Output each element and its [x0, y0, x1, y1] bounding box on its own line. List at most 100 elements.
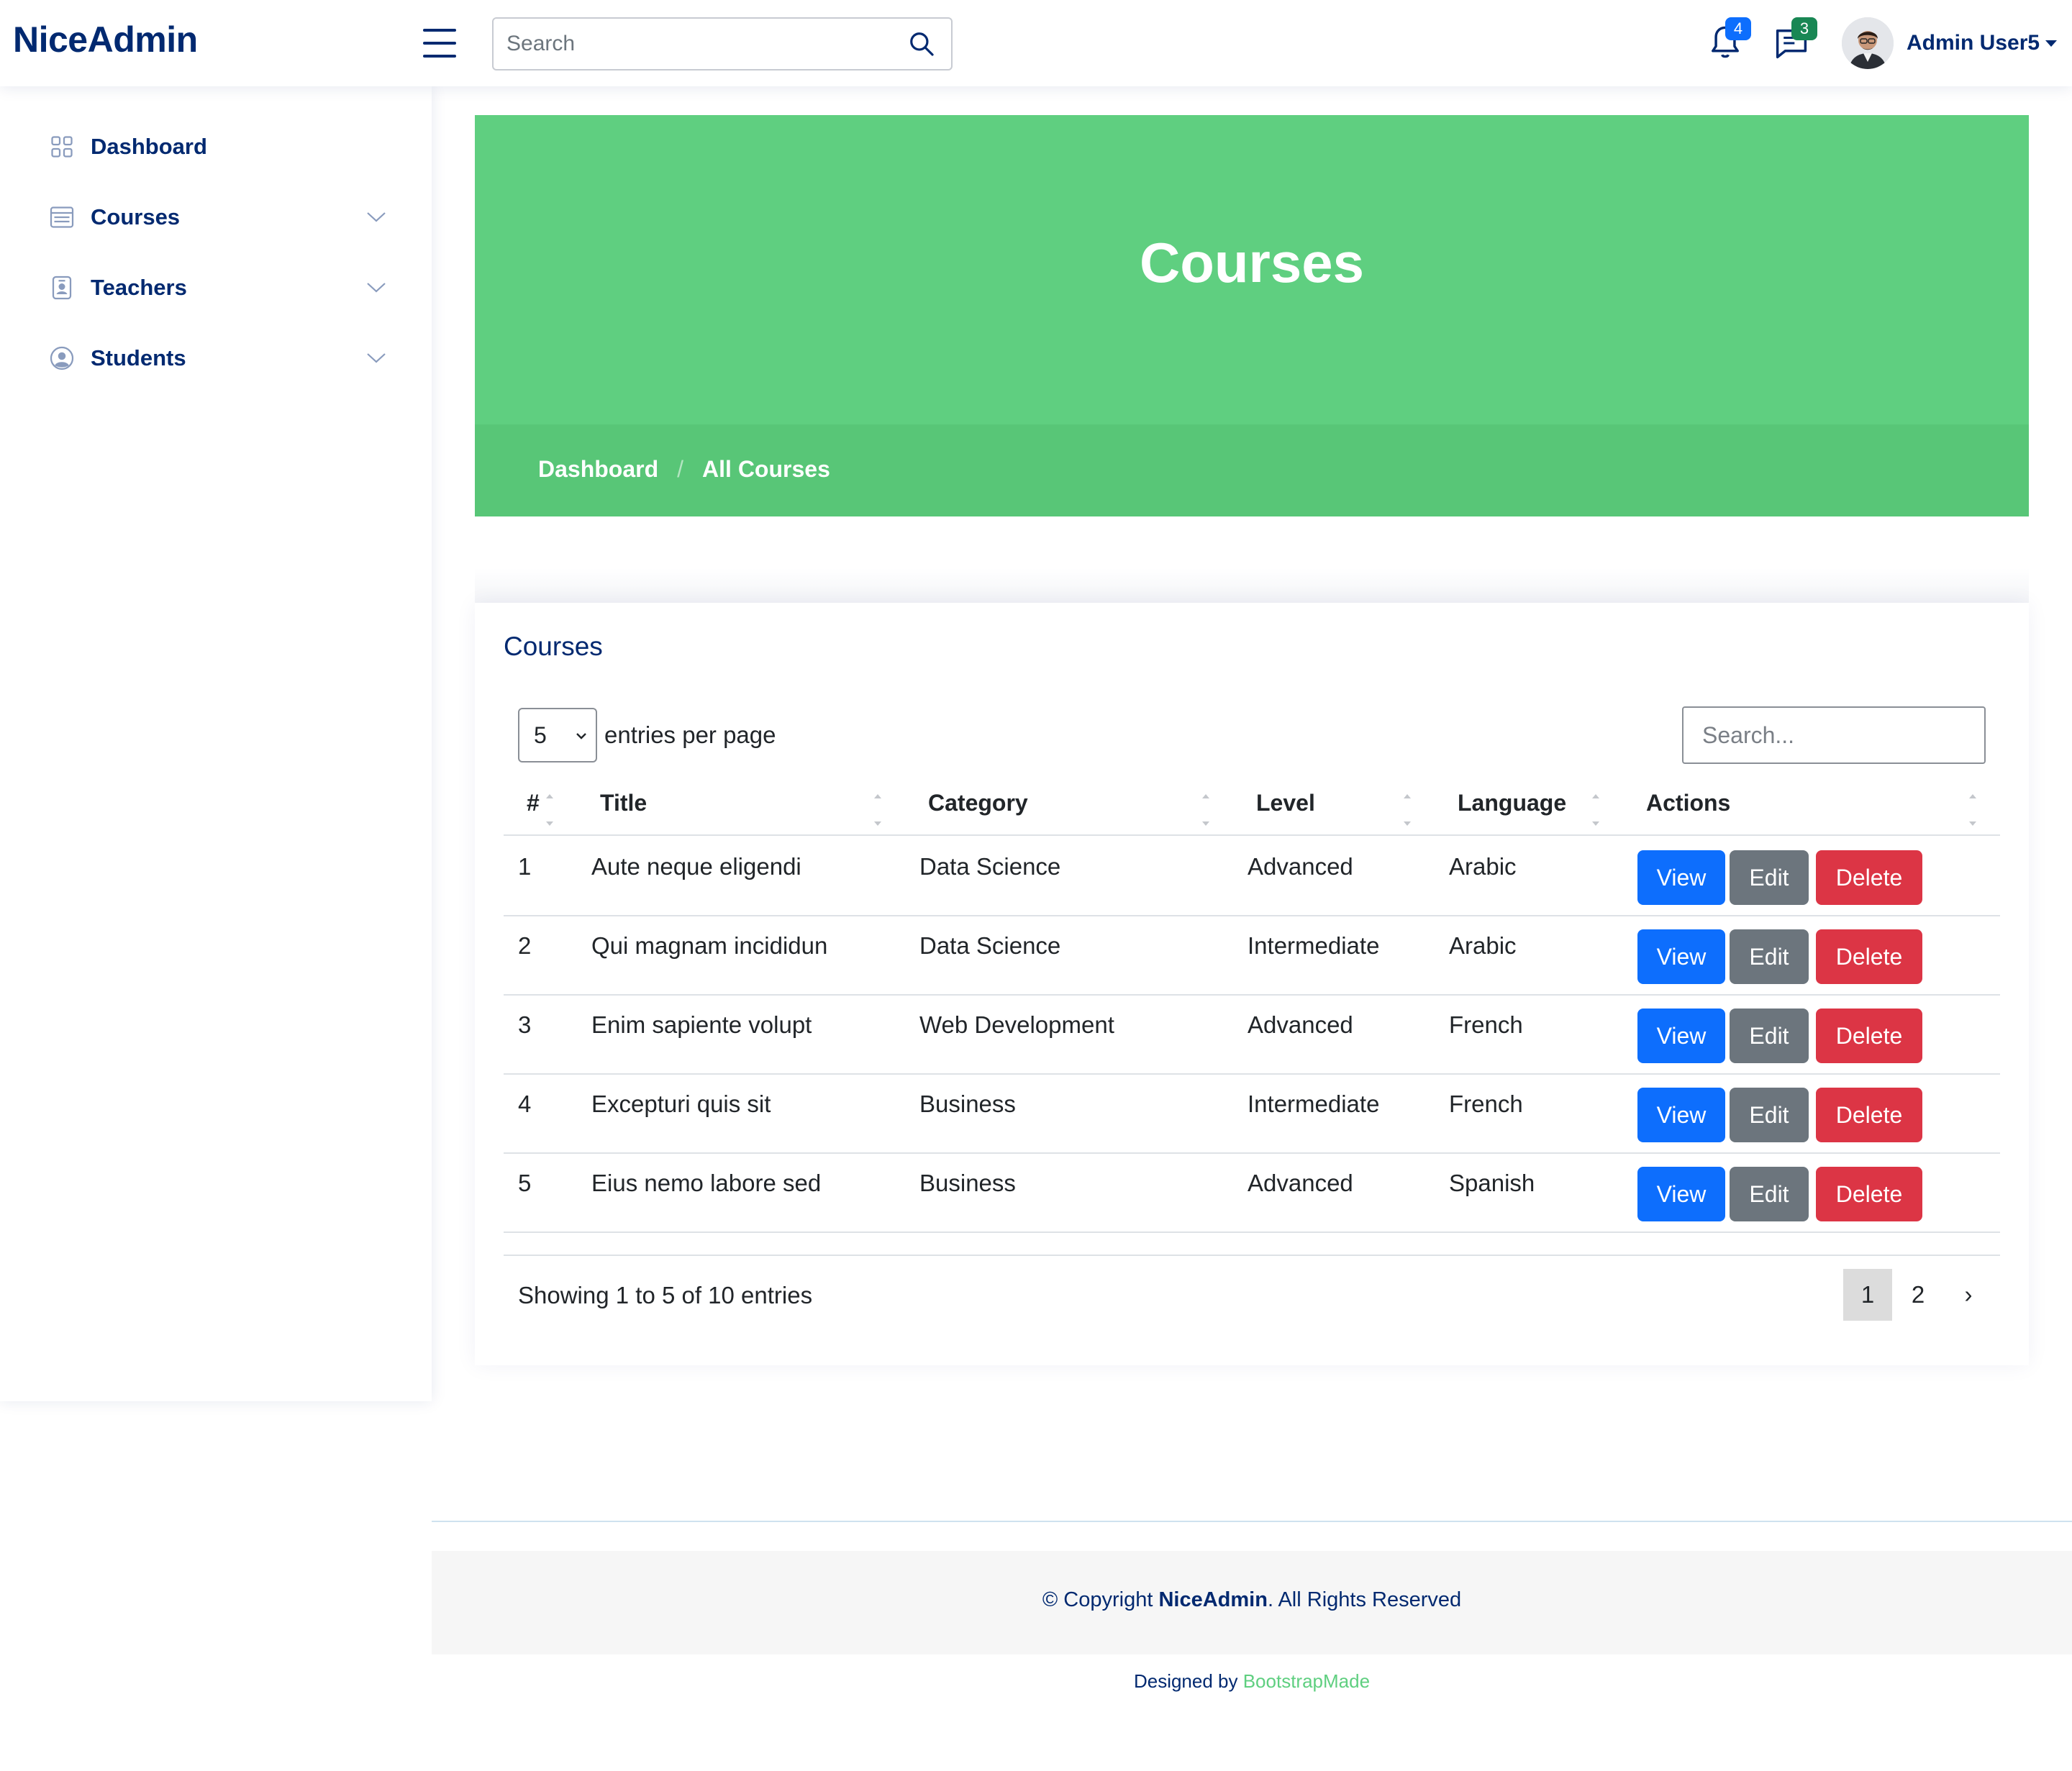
sidebar-item-courses[interactable]: Courses	[49, 196, 387, 239]
column-header-category[interactable]: Category	[928, 790, 1028, 833]
search-icon[interactable]	[908, 30, 935, 58]
view-button[interactable]: View	[1637, 1088, 1725, 1142]
person-circle-icon	[50, 346, 74, 370]
notifications-button[interactable]: 4	[1707, 17, 1751, 63]
chevron-down-icon	[367, 212, 386, 222]
table-row: 4 Excepturi quis sit Business Intermedia…	[504, 1075, 2000, 1154]
sort-icon	[1202, 794, 1209, 826]
view-button[interactable]: View	[1637, 1167, 1725, 1221]
column-header-language[interactable]: Language	[1458, 790, 1566, 833]
cell-category: Business	[919, 1091, 1016, 1117]
cell-category: Business	[919, 1170, 1016, 1196]
cell-title: Excepturi quis sit	[591, 1091, 771, 1117]
person-badge-icon	[52, 276, 72, 300]
cell-number: 2	[518, 932, 532, 959]
search-input[interactable]	[494, 19, 882, 69]
cell-category: Web Development	[919, 1011, 1114, 1038]
edit-button[interactable]: Edit	[1730, 850, 1809, 905]
messages-button[interactable]: 3	[1773, 17, 1817, 63]
table-row: 3 Enim sapiente volupt Web Development A…	[504, 996, 2000, 1075]
cell-title: Aute neque eligendi	[591, 853, 801, 880]
sort-icon	[546, 794, 553, 826]
footer: © Copyright NiceAdmin. All Rights Reserv…	[432, 1551, 2072, 1654]
table-footer-divider	[504, 1255, 2000, 1256]
breadcrumb-bar: Dashboard / All Courses	[475, 424, 2029, 516]
sidebar-item-label: Dashboard	[91, 134, 207, 159]
delete-button[interactable]: Delete	[1816, 1167, 1922, 1221]
delete-button[interactable]: Delete	[1816, 1088, 1922, 1142]
avatar	[1842, 17, 1894, 69]
cell-level: Advanced	[1248, 853, 1353, 880]
cell-number: 1	[518, 853, 532, 880]
cell-category: Data Science	[919, 853, 1061, 880]
delete-button[interactable]: Delete	[1816, 929, 1922, 984]
cell-number: 3	[518, 1011, 532, 1038]
delete-button[interactable]: Delete	[1816, 850, 1922, 905]
view-button[interactable]: View	[1637, 1009, 1725, 1063]
entries-info: Showing 1 to 5 of 10 entries	[518, 1282, 813, 1308]
cell-level: Intermediate	[1248, 1091, 1380, 1117]
cell-language: French	[1449, 1091, 1523, 1117]
view-button[interactable]: View	[1637, 850, 1725, 905]
entries-select[interactable]: 5	[518, 708, 597, 762]
edit-button[interactable]: Edit	[1730, 1088, 1809, 1142]
sidebar-item-students[interactable]: Students	[49, 337, 387, 380]
cell-language: French	[1449, 1011, 1523, 1038]
sort-icon	[874, 794, 881, 826]
column-header-level[interactable]: Level	[1256, 790, 1315, 833]
notifications-badge: 4	[1725, 17, 1751, 40]
entries-per-page: 5 entries per page	[518, 708, 776, 762]
profile-dropdown[interactable]: Admin User5	[1842, 17, 2058, 69]
pagination: 1 2 ›	[1843, 1269, 1994, 1321]
cell-number: 5	[518, 1170, 532, 1196]
copyright-brand: NiceAdmin	[1158, 1588, 1268, 1611]
logo[interactable]: NiceAdmin	[13, 19, 198, 60]
table-row: 1 Aute neque eligendi Data Science Advan…	[504, 837, 2000, 916]
cell-language: Arabic	[1449, 853, 1517, 880]
cell-level: Advanced	[1248, 1170, 1353, 1196]
courses-card: Courses 5 entries per page # Title Categ…	[475, 603, 2029, 1365]
sidebar-toggle-icon[interactable]	[423, 29, 456, 58]
next-page-button[interactable]: ›	[1944, 1269, 1993, 1321]
cell-number: 4	[518, 1091, 532, 1117]
breadcrumb-dashboard[interactable]: Dashboard	[538, 456, 658, 483]
page-button-2[interactable]: 2	[1894, 1269, 1942, 1321]
profile-name: Admin User5	[1907, 31, 2040, 55]
sort-icon	[1969, 794, 1976, 826]
edit-button[interactable]: Edit	[1730, 929, 1809, 984]
search-bar	[492, 17, 953, 70]
table-row: 5 Eius nemo labore sed Business Advanced…	[504, 1154, 2000, 1233]
column-header-number[interactable]: #	[527, 790, 540, 833]
column-header-title[interactable]: Title	[600, 790, 647, 833]
copyright: © Copyright NiceAdmin. All Rights Reserv…	[432, 1588, 2072, 1612]
view-button[interactable]: View	[1637, 929, 1725, 984]
breadcrumb-current: All Courses	[702, 456, 830, 482]
sidebar-item-dashboard[interactable]: Dashboard	[49, 125, 387, 168]
table-search-input[interactable]	[1682, 706, 1986, 764]
copyright-prefix: © Copyright	[1042, 1588, 1159, 1611]
chevron-down-icon	[367, 353, 386, 363]
page-banner: Courses Dashboard / All Courses	[475, 115, 2029, 516]
breadcrumb-separator: /	[677, 456, 684, 482]
cell-category: Data Science	[919, 932, 1061, 959]
credits-label: Designed by	[1133, 1670, 1243, 1692]
column-header-actions[interactable]: Actions	[1646, 790, 1730, 833]
cell-language: Spanish	[1449, 1170, 1535, 1196]
entries-select-value: 5	[534, 721, 547, 748]
page-button-1[interactable]: 1	[1843, 1269, 1892, 1321]
sort-icon	[1592, 794, 1599, 826]
chevron-down-icon	[367, 283, 386, 293]
sidebar-item-teachers[interactable]: Teachers	[49, 266, 387, 309]
table-header: # Title Category Level Language Actions	[504, 790, 2000, 836]
breadcrumb: Dashboard / All Courses	[538, 456, 830, 483]
designer-link[interactable]: BootstrapMade	[1243, 1670, 1370, 1692]
messages-badge: 3	[1791, 17, 1817, 40]
cell-title: Qui magnam incididun	[591, 932, 828, 959]
sidebar-item-label: Teachers	[91, 275, 187, 300]
delete-button[interactable]: Delete	[1816, 1009, 1922, 1063]
cell-level: Advanced	[1248, 1011, 1353, 1038]
caret-down-icon	[2045, 40, 2058, 47]
edit-button[interactable]: Edit	[1730, 1167, 1809, 1221]
edit-button[interactable]: Edit	[1730, 1009, 1809, 1063]
chevron-down-icon	[576, 733, 586, 739]
